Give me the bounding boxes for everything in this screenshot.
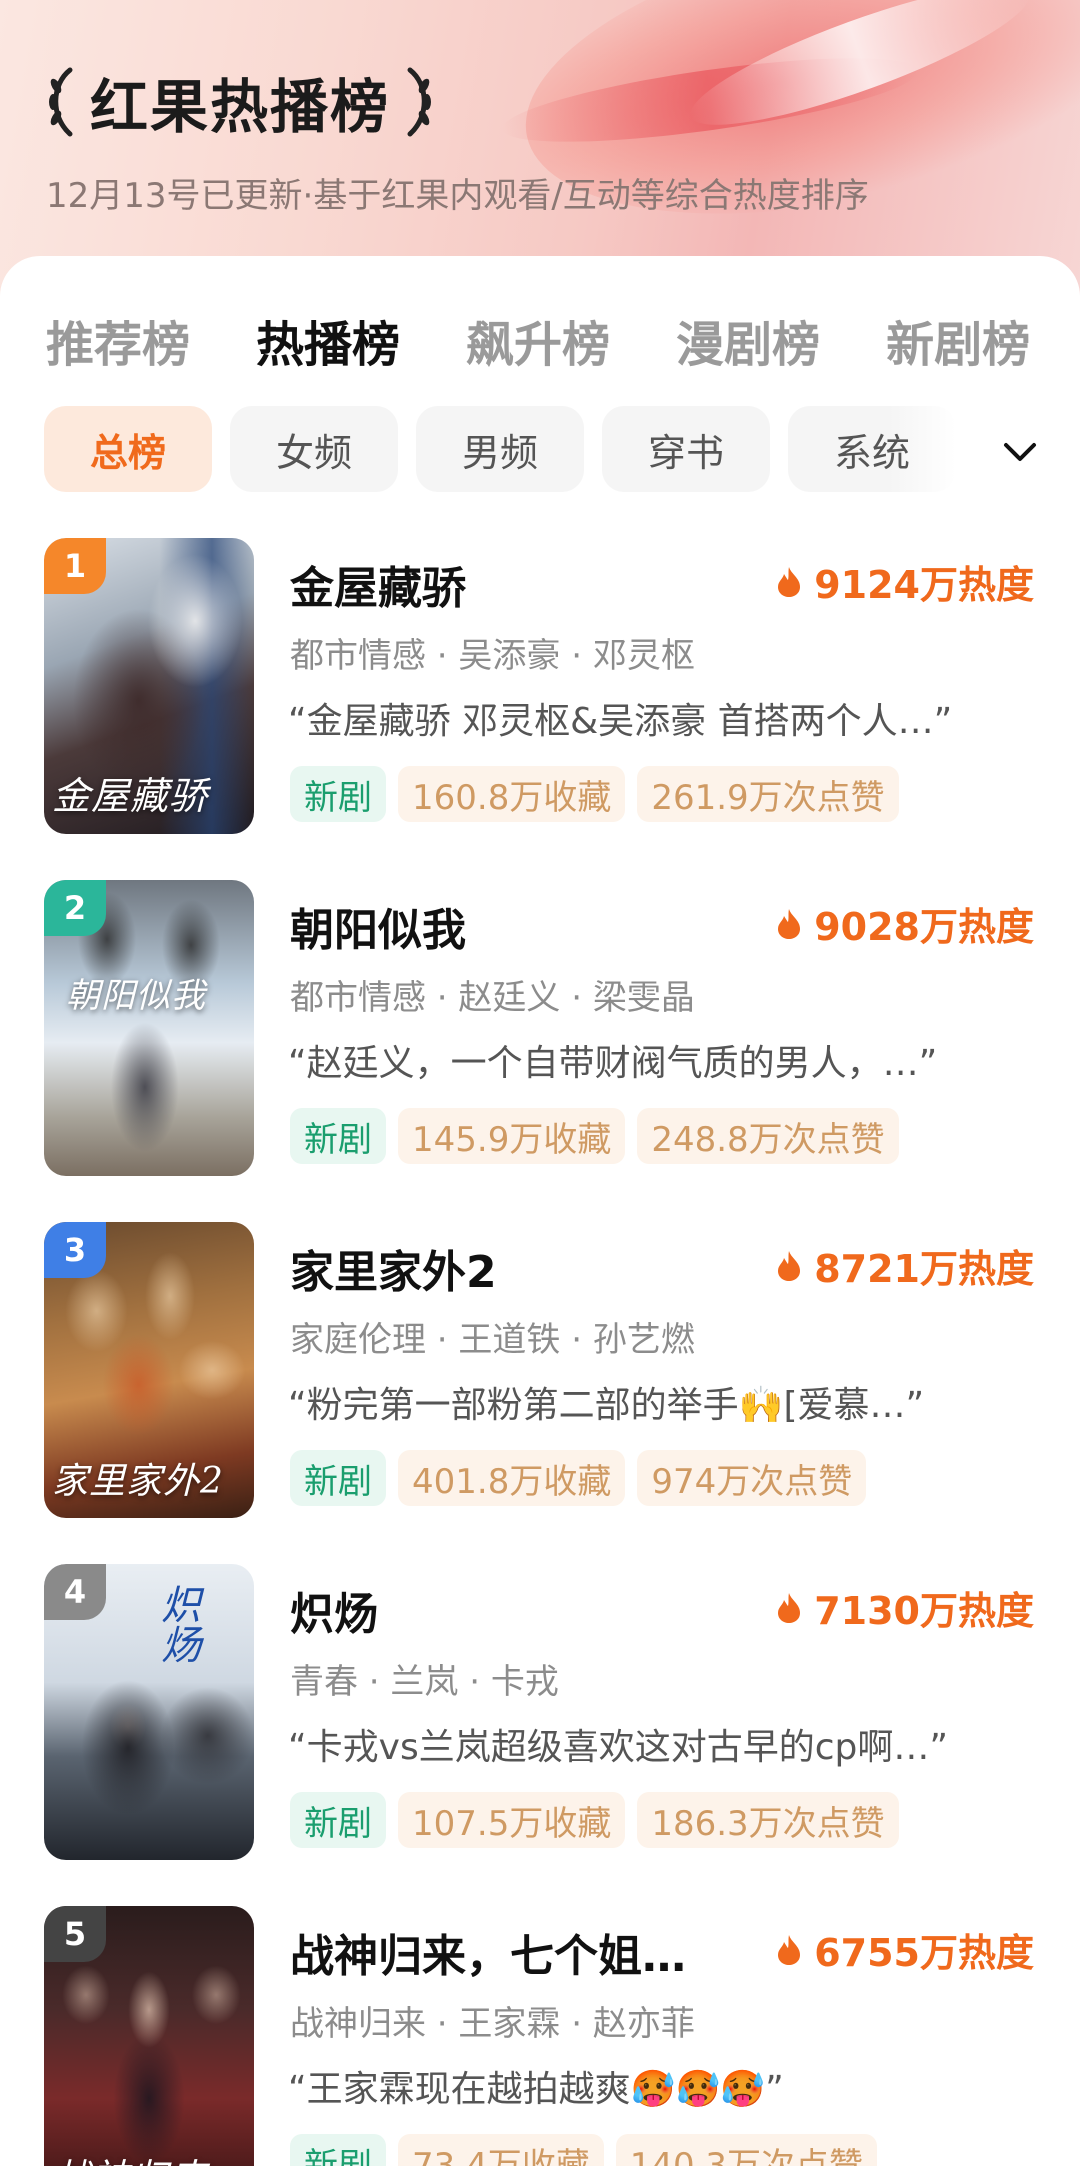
drama-title[interactable]: 家里家外2 xyxy=(290,1236,497,1300)
drama-quote: “粉完第一部粉第二部的举手🙌[爱慕…” xyxy=(288,1385,925,1426)
list-item[interactable]: 5 战神归来 战神归来，七个姐… 6755万热度 战神归来 · 王家霖 · 赵亦… xyxy=(0,1906,1080,2166)
drama-tags: 新剧 401.8万收藏 974万次点赞 xyxy=(290,1450,878,1506)
drama-meta: 战神归来 · 王家霖 · 赵亦菲 xyxy=(290,2004,695,2044)
heat-value: 7130万热度 xyxy=(814,1589,1034,1633)
favorites-badge: 145.9万收藏 xyxy=(398,1108,626,1164)
page-title: 红果热播榜 xyxy=(90,73,391,141)
drama-meta: 都市情感 · 吴添豪 · 邓灵枢 xyxy=(290,636,695,676)
drama-quote: “卡戎vs兰岚超级喜欢这对古早的cp啊…” xyxy=(288,1727,949,1768)
chevron-down-icon[interactable] xyxy=(1000,432,1040,472)
drama-title[interactable]: 金屋藏骄 xyxy=(290,552,466,616)
heat-value: 8721万热度 xyxy=(814,1247,1034,1291)
list-item[interactable]: 1 金屋藏骄 金屋藏骄 9124万热度 都市情感 · 吴添豪 · 邓灵枢 “金屋… xyxy=(0,538,1080,880)
rank-badge: 3 xyxy=(44,1222,106,1278)
favorites-badge: 160.8万收藏 xyxy=(398,766,626,822)
ranking-tabs: 推荐榜 热播榜 飙升榜 漫剧榜 新剧榜 xyxy=(46,300,1066,380)
favorites-badge: 401.8万收藏 xyxy=(398,1450,626,1506)
category-chips: 总榜 女频 男频 穿书 系统 xyxy=(44,406,1044,492)
poster-title: 战神归来 xyxy=(52,2147,208,2166)
laurel-right-icon xyxy=(407,67,432,137)
drama-meta: 都市情感 · 赵廷义 · 梁雯晶 xyxy=(290,978,695,1018)
poster-title: 炽炀 xyxy=(154,1584,200,1664)
poster-image[interactable]: 2 朝阳似我 xyxy=(44,880,254,1176)
poster-image[interactable]: 4 炽炀 xyxy=(44,1564,254,1860)
likes-badge: 261.9万次点赞 xyxy=(637,766,899,822)
flame-icon xyxy=(778,1250,801,1281)
new-badge: 新剧 xyxy=(290,1450,386,1506)
poster-image[interactable]: 3 家里家外2 xyxy=(44,1222,254,1518)
poster-title: 朝阳似我 xyxy=(66,976,206,1016)
heat-score: 9028万热度 xyxy=(776,896,1034,951)
drama-tags: 新剧 73.4万收藏 140.3万次点赞 xyxy=(290,2134,889,2166)
poster-title: 金屋藏骄 xyxy=(52,774,209,818)
heat-value: 9028万热度 xyxy=(814,905,1034,949)
drama-quote: “赵廷义，一个自带财阀气质的男人，…” xyxy=(288,1043,938,1084)
likes-badge: 974万次点赞 xyxy=(637,1450,867,1506)
drama-tags: 新剧 107.5万收藏 186.3万次点赞 xyxy=(290,1792,911,1848)
chip-female[interactable]: 女频 xyxy=(230,406,398,492)
drama-quote: “王家霖现在越拍越爽🥵🥵🥵” xyxy=(288,2069,784,2110)
favorites-badge: 73.4万收藏 xyxy=(398,2134,604,2166)
drama-tags: 新剧 160.8万收藏 261.9万次点赞 xyxy=(290,766,911,822)
drama-title[interactable]: 战神归来，七个姐… xyxy=(290,1920,686,1984)
new-badge: 新剧 xyxy=(290,766,386,822)
tab-rising[interactable]: 飙升榜 xyxy=(466,305,610,375)
header-banner xyxy=(0,0,1080,300)
title-row: 红果热播榜 xyxy=(44,62,436,142)
chip-system[interactable]: 系统 xyxy=(788,406,956,492)
heat-score: 8721万热度 xyxy=(776,1238,1034,1293)
flame-icon xyxy=(778,566,801,597)
likes-badge: 140.3万次点赞 xyxy=(615,2134,878,2166)
new-badge: 新剧 xyxy=(290,2134,386,2166)
new-badge: 新剧 xyxy=(290,1108,386,1164)
rank-badge: 4 xyxy=(44,1564,106,1620)
flame-icon xyxy=(778,1592,801,1623)
rank-badge: 1 xyxy=(44,538,106,594)
rank-badge: 5 xyxy=(44,1906,106,1962)
drama-tags: 新剧 145.9万收藏 248.8万次点赞 xyxy=(290,1108,911,1164)
drama-title[interactable]: 炽炀 xyxy=(290,1578,378,1642)
rank-badge: 2 xyxy=(44,880,106,936)
chip-transmigration[interactable]: 穿书 xyxy=(602,406,770,492)
favorites-badge: 107.5万收藏 xyxy=(398,1792,626,1848)
poster-image[interactable]: 1 金屋藏骄 xyxy=(44,538,254,834)
tab-new[interactable]: 新剧榜 xyxy=(886,305,1030,375)
tab-recommend[interactable]: 推荐榜 xyxy=(46,305,190,375)
drama-meta: 家庭伦理 · 王道铁 · 孙艺燃 xyxy=(290,1320,695,1360)
list-item[interactable]: 3 家里家外2 家里家外2 8721万热度 家庭伦理 · 王道铁 · 孙艺燃 “… xyxy=(0,1222,1080,1564)
heat-score: 6755万热度 xyxy=(776,1922,1034,1977)
likes-badge: 186.3万次点赞 xyxy=(637,1792,899,1848)
new-badge: 新剧 xyxy=(290,1792,386,1848)
likes-badge: 248.8万次点赞 xyxy=(637,1108,899,1164)
ranking-list: 1 金屋藏骄 金屋藏骄 9124万热度 都市情感 · 吴添豪 · 邓灵枢 “金屋… xyxy=(0,538,1080,2166)
heat-value: 6755万热度 xyxy=(814,1931,1034,1975)
chip-all[interactable]: 总榜 xyxy=(44,406,212,492)
laurel-left-icon xyxy=(49,67,73,137)
poster-image[interactable]: 5 战神归来 xyxy=(44,1906,254,2166)
flame-icon xyxy=(778,908,801,939)
poster-title: 家里家外2 xyxy=(52,1461,224,1502)
heat-score: 7130万热度 xyxy=(776,1580,1034,1635)
chip-male[interactable]: 男频 xyxy=(416,406,584,492)
tab-comic[interactable]: 漫剧榜 xyxy=(676,305,820,375)
drama-quote: “金屋藏骄 邓灵枢&吴添豪 首搭两个人…” xyxy=(288,701,953,742)
tab-hot[interactable]: 热播榜 xyxy=(256,305,400,375)
flame-icon xyxy=(778,1934,801,1965)
heat-score: 9124万热度 xyxy=(776,554,1034,609)
drama-title[interactable]: 朝阳似我 xyxy=(290,894,466,958)
list-item[interactable]: 2 朝阳似我 朝阳似我 9028万热度 都市情感 · 赵廷义 · 梁雯晶 “赵廷… xyxy=(0,880,1080,1222)
heat-value: 9124万热度 xyxy=(814,563,1034,607)
drama-meta: 青春 · 兰岚 · 卡戎 xyxy=(290,1662,559,1702)
list-item[interactable]: 4 炽炀 炽炀 7130万热度 青春 · 兰岚 · 卡戎 “卡戎vs兰岚超级喜欢… xyxy=(0,1564,1080,1906)
update-subtitle: 12月13号已更新·基于红果内观看/互动等综合热度排序 xyxy=(46,176,869,216)
